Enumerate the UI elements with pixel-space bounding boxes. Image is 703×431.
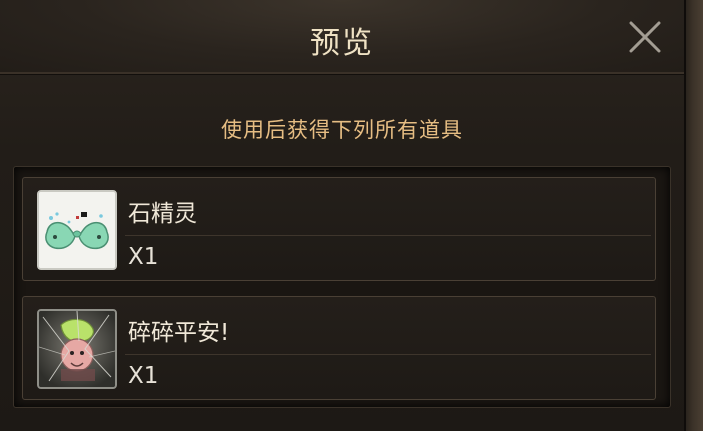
list-item[interactable]: 碎碎平安! X1 [22,296,656,400]
stone-spirit-icon [37,190,117,270]
safe-and-sound-icon [37,309,117,389]
dialog-subtitle: 使用后获得下列所有道具 [221,118,463,142]
item-quantity: X1 [128,244,159,270]
item-name: 石精灵 [128,201,197,227]
item-quantity: X1 [128,363,159,389]
close-button[interactable] [624,16,666,58]
item-name: 碎碎平安! [128,320,230,346]
header-divider [0,74,684,75]
dialog-title: 预览 [310,26,374,61]
item-divider [125,354,651,355]
list-item[interactable]: 石精灵 X1 [22,177,656,281]
close-icon [629,21,661,53]
background-edge [686,0,703,431]
item-divider [125,235,651,236]
